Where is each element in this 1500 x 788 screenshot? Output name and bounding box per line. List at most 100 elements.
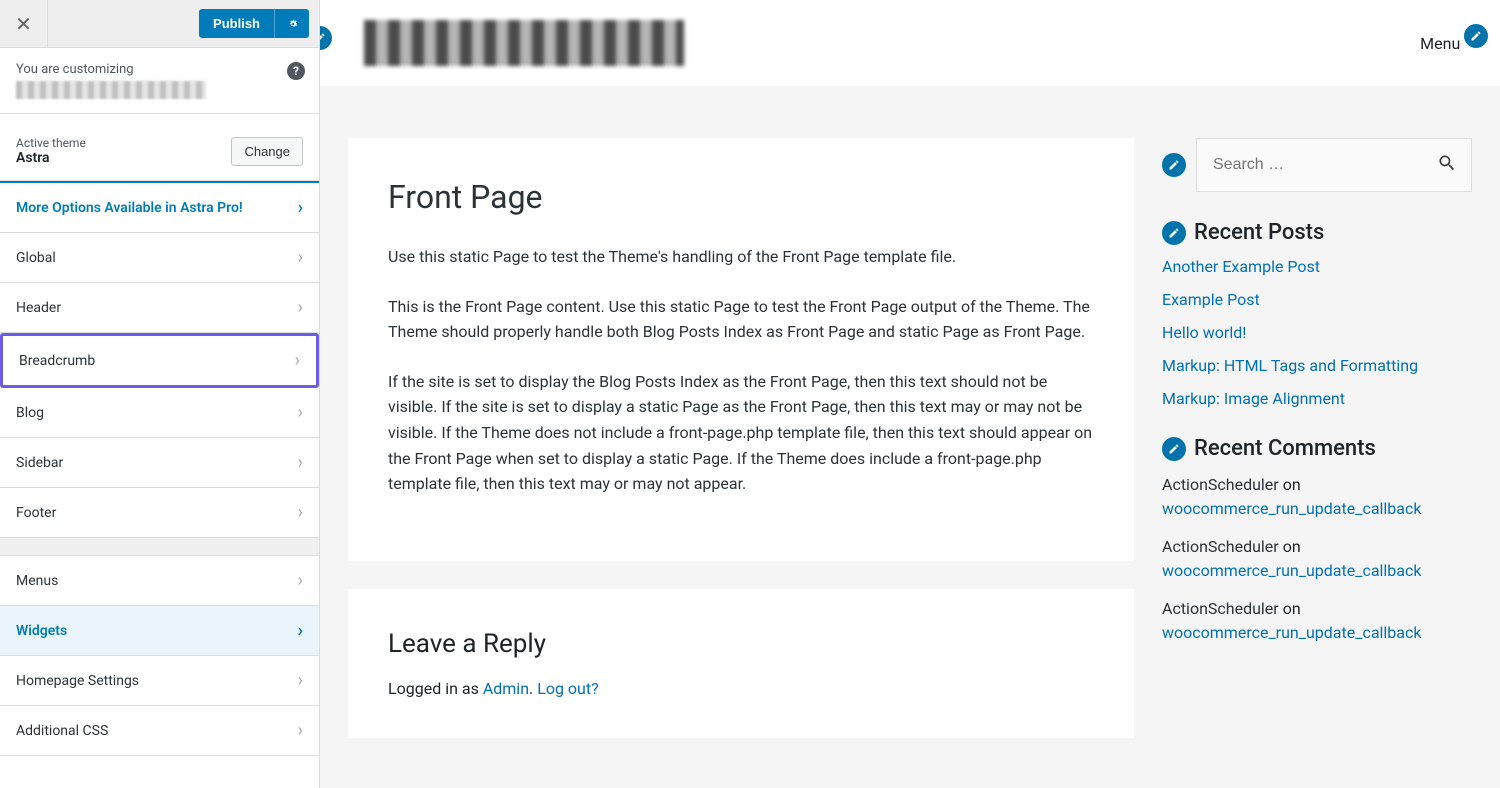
recent-posts-list: Another Example Post Example Post Hello … <box>1162 257 1472 408</box>
recent-post-link[interactable]: Markup: HTML Tags and Formatting <box>1162 356 1472 375</box>
pencil-icon <box>320 32 326 44</box>
logged-in-line: Logged in as Admin. Log out? <box>388 679 1094 698</box>
menu-item-global[interactable]: Global › <box>0 233 319 283</box>
menu-item-homepage-settings[interactable]: Homepage Settings › <box>0 656 319 706</box>
search-input[interactable] <box>1213 156 1455 174</box>
logout-link[interactable]: Log out? <box>537 679 598 698</box>
menu-item-astra-pro[interactable]: More Options Available in Astra Pro! › <box>0 181 319 233</box>
search-widget <box>1162 138 1472 192</box>
menu-label: Breadcrumb <box>19 353 95 369</box>
recent-comments-list: ActionScheduler on woocommerce_run_updat… <box>1162 473 1472 645</box>
comment-author: ActionScheduler <box>1162 599 1279 618</box>
chevron-right-icon: › <box>298 570 303 591</box>
comments-card: Leave a Reply Logged in as Admin. Log ou… <box>348 589 1134 738</box>
menu-item-additional-css[interactable]: Additional CSS › <box>0 706 319 756</box>
close-customizer-button[interactable]: ✕ <box>0 0 48 48</box>
menu-item-footer[interactable]: Footer › <box>0 488 319 538</box>
menu-item-widgets[interactable]: Widgets › <box>0 606 319 656</box>
menu-item-blog[interactable]: Blog › <box>0 388 319 438</box>
menu-label: Menus <box>16 573 58 589</box>
comment-item: ActionScheduler on woocommerce_run_updat… <box>1162 473 1472 521</box>
comment-item: ActionScheduler on woocommerce_run_updat… <box>1162 597 1472 645</box>
publish-button[interactable]: Publish <box>199 9 274 38</box>
main-column: Front Page Use this static Page to test … <box>348 138 1134 738</box>
pencil-icon <box>1168 159 1180 171</box>
customizing-panel: You are customizing ? <box>0 48 319 114</box>
active-theme-name: Astra <box>16 150 86 166</box>
active-theme-label: Active theme <box>16 136 86 150</box>
admin-profile-link[interactable]: Admin <box>483 679 529 698</box>
recent-post-link[interactable]: Markup: Image Alignment <box>1162 389 1472 408</box>
menu-item-sidebar[interactable]: Sidebar › <box>0 438 319 488</box>
sidebar-column: Recent Posts Another Example Post Exampl… <box>1162 138 1472 738</box>
comment-author: ActionScheduler <box>1162 537 1279 556</box>
menu-label: Sidebar <box>16 455 63 471</box>
edit-shortcut-recent-posts[interactable] <box>1162 221 1186 245</box>
page-title: Front Page <box>388 178 1094 216</box>
chevron-right-icon: › <box>298 720 303 741</box>
edit-shortcut-logo[interactable] <box>320 26 332 50</box>
recent-comments-widget: Recent Comments ActionScheduler on wooco… <box>1162 436 1472 645</box>
page-content-card: Front Page Use this static Page to test … <box>348 138 1134 561</box>
close-icon: ✕ <box>15 12 32 36</box>
search-submit[interactable] <box>1437 153 1457 177</box>
search-icon <box>1437 153 1457 173</box>
menu-label: Homepage Settings <box>16 673 139 689</box>
page-paragraph: This is the Front Page content. Use this… <box>388 294 1094 345</box>
menu-spacer <box>0 538 319 556</box>
edit-shortcut-recent-comments[interactable] <box>1162 437 1186 461</box>
chevron-right-icon: › <box>298 452 303 473</box>
publish-settings-button[interactable] <box>274 9 309 38</box>
pencil-icon <box>1168 443 1180 455</box>
search-input-wrap <box>1196 138 1472 192</box>
comment-on: on <box>1279 537 1301 556</box>
menu-label: Blog <box>16 405 44 421</box>
edit-shortcut-menu[interactable] <box>1464 24 1488 48</box>
publish-group: Publish <box>199 9 309 38</box>
recent-post-link[interactable]: Example Post <box>1162 290 1472 309</box>
comment-item: ActionScheduler on woocommerce_run_updat… <box>1162 535 1472 583</box>
site-name-censored <box>16 81 206 99</box>
menu-label: Footer <box>16 505 56 521</box>
recent-comments-title: Recent Comments <box>1194 436 1376 461</box>
comment-target-link[interactable]: woocommerce_run_update_callback <box>1162 561 1421 580</box>
menu-label: More Options Available in Astra Pro! <box>16 200 243 216</box>
site-logo-censored <box>364 20 684 66</box>
page-paragraph: If the site is set to display the Blog P… <box>388 369 1094 497</box>
change-theme-button[interactable]: Change <box>231 137 303 166</box>
comment-on: on <box>1279 599 1301 618</box>
comment-target-link[interactable]: woocommerce_run_update_callback <box>1162 499 1421 518</box>
chevron-right-icon: › <box>298 197 303 218</box>
menu-item-menus[interactable]: Menus › <box>0 556 319 606</box>
help-icon[interactable]: ? <box>287 62 305 80</box>
menu-label: Header <box>16 300 61 316</box>
preview-body: Front Page Use this static Page to test … <box>320 86 1500 766</box>
comment-author: ActionScheduler <box>1162 475 1279 494</box>
chevron-right-icon: › <box>298 247 303 268</box>
chevron-right-icon: › <box>295 350 300 371</box>
chevron-right-icon: › <box>298 297 303 318</box>
pencil-icon <box>1470 30 1482 42</box>
recent-posts-widget: Recent Posts Another Example Post Exampl… <box>1162 220 1472 408</box>
customizer-sidebar: ✕ Publish You are customizing ? Active t… <box>0 0 320 788</box>
customizing-label: You are customizing <box>16 62 303 77</box>
comment-target-link[interactable]: woocommerce_run_update_callback <box>1162 623 1421 642</box>
menu-label: Widgets <box>16 623 67 639</box>
customizer-menu: More Options Available in Astra Pro! › G… <box>0 181 319 756</box>
pencil-icon <box>1168 227 1180 239</box>
menu-item-breadcrumb[interactable]: Breadcrumb › <box>0 333 319 388</box>
chevron-right-icon: › <box>298 502 303 523</box>
comment-on: on <box>1279 475 1301 494</box>
site-header: Menu ⌄ <box>320 0 1500 86</box>
edit-shortcut-search[interactable] <box>1162 153 1186 177</box>
chevron-right-icon: › <box>298 670 303 691</box>
menu-label: Global <box>16 250 56 266</box>
menu-label: Additional CSS <box>16 723 108 739</box>
sidebar-topbar: ✕ Publish <box>0 0 319 48</box>
chevron-right-icon: › <box>298 402 303 423</box>
preview-pane: Menu ⌄ Front Page Use this static Page t… <box>320 0 1500 788</box>
recent-post-link[interactable]: Another Example Post <box>1162 257 1472 276</box>
menu-item-header[interactable]: Header › <box>0 283 319 333</box>
menu-toggle-label: Menu <box>1420 34 1460 53</box>
recent-post-link[interactable]: Hello world! <box>1162 323 1472 342</box>
